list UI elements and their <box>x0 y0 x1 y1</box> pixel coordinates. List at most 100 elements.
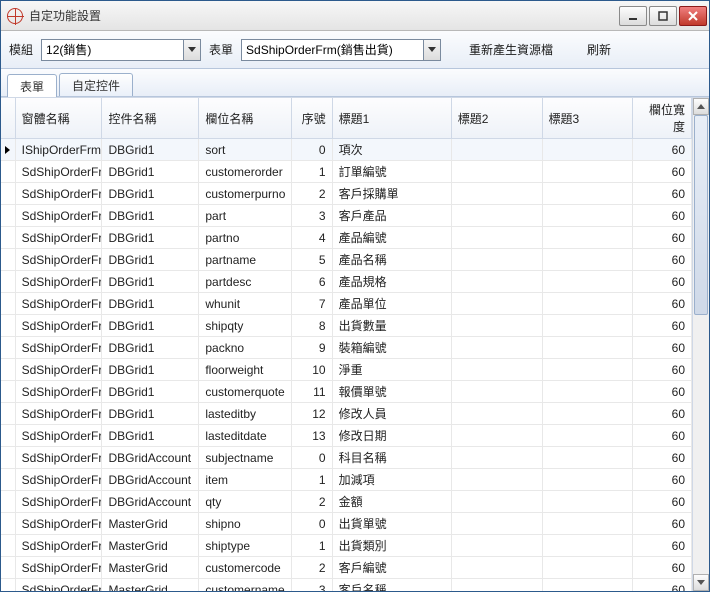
cell-control[interactable]: DBGridAccount <box>102 491 199 513</box>
cell-form[interactable]: SdShipOrderFr <box>15 227 102 249</box>
cell-title1[interactable]: 出貨類別 <box>332 535 451 557</box>
table-row[interactable]: SdShipOrderFrDBGridAccountitem1加減項60 <box>1 469 692 491</box>
cell-field[interactable]: partdesc <box>199 271 292 293</box>
cell-title1[interactable]: 產品編號 <box>332 227 451 249</box>
cell-field[interactable]: packno <box>199 337 292 359</box>
cell-field[interactable]: customername <box>199 579 292 592</box>
cell-form[interactable]: SdShipOrderFr <box>15 205 102 227</box>
cell-form[interactable]: SdShipOrderFr <box>15 513 102 535</box>
cell-title3[interactable] <box>542 557 633 579</box>
cell-title3[interactable] <box>542 293 633 315</box>
col-seq[interactable]: 序號 <box>292 98 332 139</box>
col-control-name[interactable]: 控件名稱 <box>102 98 199 139</box>
cell-width[interactable]: 60 <box>633 315 692 337</box>
cell-field[interactable]: whunit <box>199 293 292 315</box>
cell-title3[interactable] <box>542 491 633 513</box>
cell-form[interactable]: SdShipOrderFr <box>15 579 102 592</box>
cell-form[interactable]: SdShipOrderFr <box>15 535 102 557</box>
cell-seq[interactable]: 2 <box>292 183 332 205</box>
cell-form[interactable]: SdShipOrderFr <box>15 557 102 579</box>
cell-control[interactable]: MasterGrid <box>102 557 199 579</box>
cell-title2[interactable] <box>451 183 542 205</box>
cell-title2[interactable] <box>451 271 542 293</box>
cell-control[interactable]: DBGrid1 <box>102 425 199 447</box>
cell-title1[interactable]: 裝箱編號 <box>332 337 451 359</box>
cell-title2[interactable] <box>451 227 542 249</box>
cell-control[interactable]: DBGrid1 <box>102 161 199 183</box>
cell-title1[interactable]: 客戶採購單 <box>332 183 451 205</box>
cell-seq[interactable]: 6 <box>292 271 332 293</box>
form-combo-button[interactable] <box>423 40 440 60</box>
maximize-button[interactable] <box>649 6 677 26</box>
cell-title3[interactable] <box>542 513 633 535</box>
col-width[interactable]: 欄位寬度 <box>633 98 692 139</box>
cell-form[interactable]: SdShipOrderFr <box>15 161 102 183</box>
form-combo[interactable] <box>241 39 441 61</box>
table-row[interactable]: SdShipOrderFrDBGrid1partname5產品名稱60 <box>1 249 692 271</box>
table-row[interactable]: IShipOrderFrmDBGrid1sort0項次60 <box>1 139 692 161</box>
cell-title1[interactable]: 金額 <box>332 491 451 513</box>
cell-title1[interactable]: 產品規格 <box>332 271 451 293</box>
table-row[interactable]: SdShipOrderFrMasterGridshiptype1出貨類別60 <box>1 535 692 557</box>
table-row[interactable]: SdShipOrderFrDBGrid1lasteditby12修改人員60 <box>1 403 692 425</box>
cell-seq[interactable]: 11 <box>292 381 332 403</box>
cell-form[interactable]: SdShipOrderFr <box>15 315 102 337</box>
module-combo-button[interactable] <box>183 40 200 60</box>
cell-control[interactable]: DBGridAccount <box>102 447 199 469</box>
cell-control[interactable]: DBGrid1 <box>102 337 199 359</box>
cell-title3[interactable] <box>542 205 633 227</box>
cell-title2[interactable] <box>451 293 542 315</box>
data-grid[interactable]: 窗體名稱 控件名稱 欄位名稱 序號 標題1 標題2 標題3 欄位寬度 IShip… <box>1 98 692 591</box>
cell-width[interactable]: 60 <box>633 183 692 205</box>
cell-seq[interactable]: 3 <box>292 205 332 227</box>
cell-width[interactable]: 60 <box>633 557 692 579</box>
cell-title1[interactable]: 報價單號 <box>332 381 451 403</box>
cell-title3[interactable] <box>542 315 633 337</box>
cell-title2[interactable] <box>451 249 542 271</box>
cell-field[interactable]: customerorder <box>199 161 292 183</box>
cell-width[interactable]: 60 <box>633 161 692 183</box>
cell-control[interactable]: DBGrid1 <box>102 403 199 425</box>
cell-form[interactable]: SdShipOrderFr <box>15 293 102 315</box>
cell-title3[interactable] <box>542 161 633 183</box>
table-row[interactable]: SdShipOrderFrDBGrid1whunit7產品單位60 <box>1 293 692 315</box>
cell-title3[interactable] <box>542 535 633 557</box>
regen-resource-button[interactable]: 重新產生資源檔 <box>463 39 559 60</box>
cell-width[interactable]: 60 <box>633 293 692 315</box>
cell-width[interactable]: 60 <box>633 447 692 469</box>
cell-title3[interactable] <box>542 425 633 447</box>
cell-title1[interactable]: 項次 <box>332 139 451 161</box>
cell-title1[interactable]: 修改日期 <box>332 425 451 447</box>
cell-field[interactable]: lasteditby <box>199 403 292 425</box>
cell-form[interactable]: SdShipOrderFr <box>15 425 102 447</box>
cell-seq[interactable]: 2 <box>292 557 332 579</box>
col-form-name[interactable]: 窗體名稱 <box>15 98 102 139</box>
cell-field[interactable]: partno <box>199 227 292 249</box>
cell-title2[interactable] <box>451 535 542 557</box>
cell-seq[interactable]: 5 <box>292 249 332 271</box>
cell-seq[interactable]: 1 <box>292 535 332 557</box>
cell-form[interactable]: SdShipOrderFr <box>15 359 102 381</box>
table-row[interactable]: SdShipOrderFrMasterGridcustomercode2客戶編號… <box>1 557 692 579</box>
table-row[interactable]: SdShipOrderFrMasterGridshipno0出貨單號60 <box>1 513 692 535</box>
cell-field[interactable]: partname <box>199 249 292 271</box>
cell-title3[interactable] <box>542 447 633 469</box>
cell-form[interactable]: SdShipOrderFr <box>15 447 102 469</box>
cell-title3[interactable] <box>542 249 633 271</box>
cell-title1[interactable]: 客戶產品 <box>332 205 451 227</box>
cell-seq[interactable]: 7 <box>292 293 332 315</box>
table-row[interactable]: SdShipOrderFrDBGrid1partdesc6產品規格60 <box>1 271 692 293</box>
cell-title2[interactable] <box>451 381 542 403</box>
cell-title2[interactable] <box>451 359 542 381</box>
cell-title2[interactable] <box>451 513 542 535</box>
table-row[interactable]: SdShipOrderFrMasterGridcustomername3客戶名稱… <box>1 579 692 592</box>
cell-title2[interactable] <box>451 139 542 161</box>
cell-title3[interactable] <box>542 469 633 491</box>
table-row[interactable]: SdShipOrderFrDBGrid1packno9裝箱編號60 <box>1 337 692 359</box>
cell-width[interactable]: 60 <box>633 491 692 513</box>
cell-title1[interactable]: 出貨數量 <box>332 315 451 337</box>
cell-title3[interactable] <box>542 227 633 249</box>
col-title2[interactable]: 標題2 <box>451 98 542 139</box>
table-row[interactable]: SdShipOrderFrDBGrid1customerpurno2客戶採購單6… <box>1 183 692 205</box>
cell-field[interactable]: customercode <box>199 557 292 579</box>
